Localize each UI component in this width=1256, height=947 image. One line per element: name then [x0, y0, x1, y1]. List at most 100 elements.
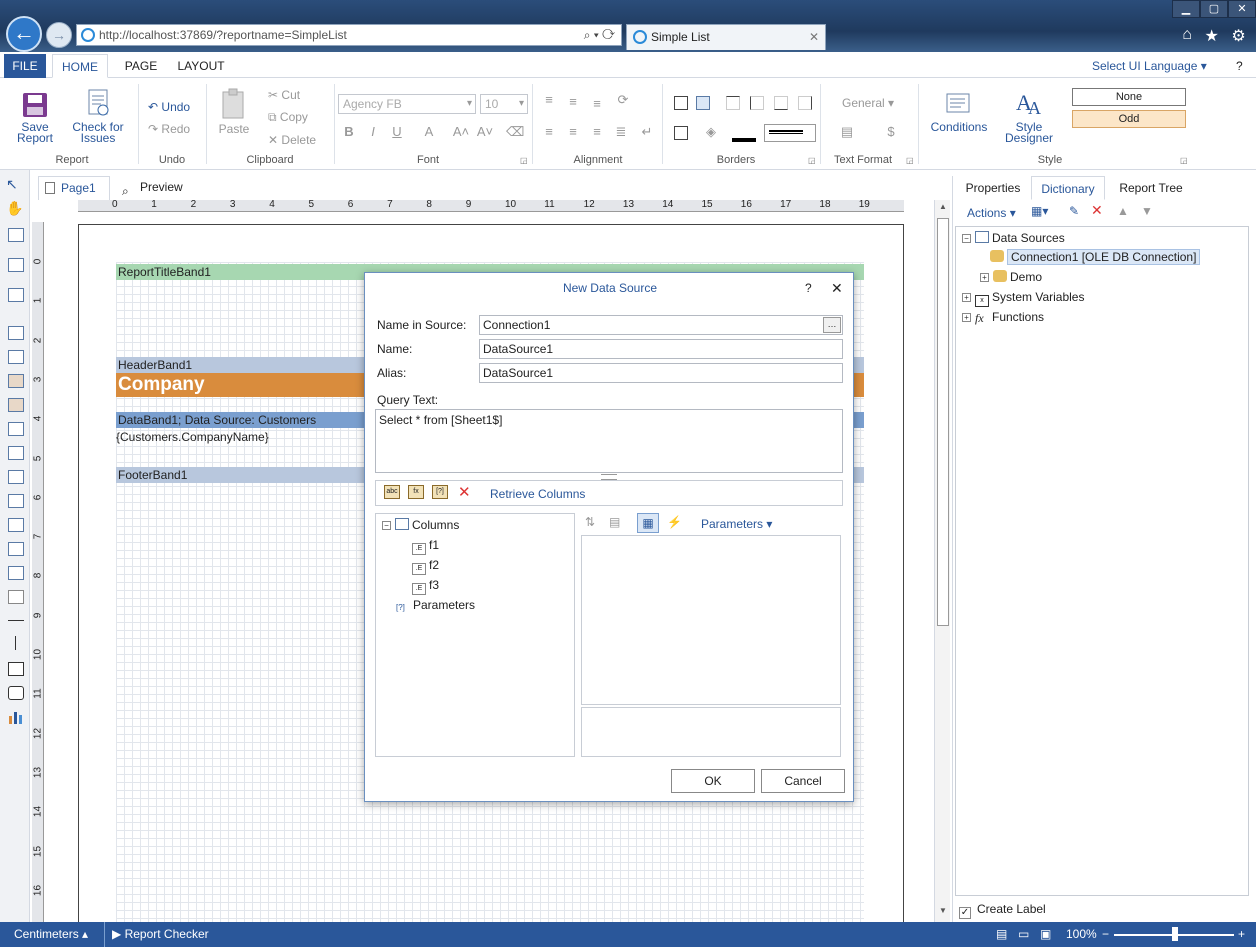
address-bar[interactable]: http://localhost:37869/?reportname=Simpl… [76, 24, 622, 46]
style-dialog-launcher-icon[interactable]: ◲ [1180, 156, 1188, 165]
rectangle-icon[interactable] [8, 662, 24, 676]
name-in-source-input[interactable]: Connection1 [479, 315, 843, 335]
image-icon[interactable] [8, 542, 24, 556]
checkbox-checked-icon[interactable]: ✓ [959, 907, 971, 919]
save-report-button[interactable]: Save Report [12, 92, 58, 144]
ui-language-dropdown[interactable]: Select UI Language ▾ [1092, 54, 1207, 78]
fill-color-icon[interactable]: ◈ [702, 124, 720, 140]
tab-home[interactable]: HOME [52, 54, 108, 78]
tab-preview[interactable]: ⌕ Preview [116, 176, 206, 200]
line-style-combo[interactable] [764, 124, 816, 142]
word-wrap-icon[interactable]: ↵ [638, 124, 656, 140]
query-text-area[interactable]: Select * from [Sheet1$] [375, 409, 843, 473]
delete-icon[interactable]: ✕ [458, 483, 471, 501]
expand-icon[interactable]: + [962, 313, 971, 322]
redo-button[interactable]: ↷ Redo [148, 120, 190, 138]
align-left-icon[interactable]: ≡ [540, 124, 558, 139]
ok-button[interactable]: OK [671, 769, 755, 793]
move-down-icon[interactable]: ▼ [1141, 204, 1153, 218]
text-format-dropdown[interactable]: General ▾ [842, 94, 894, 112]
dialog-help-button[interactable]: ? [805, 277, 812, 299]
retrieve-columns-button[interactable]: Retrieve Columns [490, 485, 585, 503]
clear-format-icon[interactable]: ⌫ [506, 124, 524, 140]
new-parameter-icon[interactable]: [?] [432, 485, 448, 499]
browser-tab[interactable]: Simple List ✕ [626, 24, 826, 50]
tree-data-sources[interactable]: − Data Sources [962, 229, 1065, 247]
conditions-button[interactable]: Conditions [926, 90, 992, 133]
zoom-out-icon[interactable]: − [1102, 922, 1109, 947]
border-all-icon[interactable] [674, 96, 688, 110]
tree-demo[interactable]: + Demo [980, 268, 1042, 286]
cut-button[interactable]: ✂ Cut [268, 86, 300, 104]
delete-icon[interactable]: ✕ [1091, 202, 1103, 219]
scroll-thumb[interactable] [937, 218, 949, 626]
column-item[interactable]: .E f3 [412, 576, 439, 595]
font-dialog-launcher-icon[interactable]: ◲ [520, 156, 528, 165]
undo-button[interactable]: ↶ Undo [148, 98, 190, 116]
browse-button[interactable]: … [823, 317, 841, 333]
chart-icon[interactable] [8, 710, 24, 724]
shape-icon[interactable] [8, 590, 24, 604]
expand-icon[interactable]: + [980, 273, 989, 282]
text-icon[interactable] [8, 326, 24, 340]
maximize-button[interactable]: ▢ [1200, 0, 1228, 18]
band-icon[interactable] [8, 228, 24, 242]
pan-hand-icon[interactable]: ✋ [6, 200, 23, 217]
align-top-icon[interactable]: ≡ [540, 92, 558, 107]
collapse-icon[interactable]: − [962, 234, 971, 243]
create-label-checkbox[interactable]: ✓ Create Label [959, 900, 1046, 919]
border-style-icon[interactable] [674, 126, 688, 140]
barcode-icon[interactable] [8, 566, 24, 580]
close-window-button[interactable]: ✕ [1228, 0, 1256, 18]
select-pointer-icon[interactable]: ↖ [6, 176, 18, 193]
border-left-icon[interactable] [750, 96, 764, 110]
units-dropdown[interactable]: Centimeters ▴ [14, 922, 88, 947]
table-icon[interactable] [8, 470, 24, 484]
copy-button[interactable]: ⧉ Copy [268, 108, 308, 126]
sub-report-icon[interactable] [8, 518, 24, 532]
clone-icon[interactable] [8, 446, 24, 460]
help-button[interactable]: ? [1236, 54, 1243, 78]
align-bottom-icon[interactable]: ≡ [588, 96, 606, 111]
bold-button[interactable]: B [340, 124, 358, 139]
zoom-slider-thumb[interactable] [1172, 927, 1178, 941]
forward-button[interactable]: → [46, 22, 72, 48]
border-none-icon[interactable] [696, 96, 710, 110]
style-none[interactable]: None [1072, 88, 1186, 106]
text-format-dialog-launcher-icon[interactable]: ◲ [906, 156, 914, 165]
events-icon[interactable]: ⚡ [667, 515, 682, 529]
align-right-icon[interactable]: ≡ [588, 124, 606, 139]
component-icon[interactable] [8, 288, 24, 302]
whole-page-icon[interactable]: ▣ [1040, 922, 1051, 947]
page-view-icon[interactable]: ▤ [996, 922, 1007, 947]
column-item[interactable]: .E f1 [412, 536, 439, 555]
tree-system-variables[interactable]: + x System Variables [962, 288, 1084, 307]
rounded-rectangle-icon[interactable] [8, 686, 24, 700]
grow-font-icon[interactable]: A˄ [452, 124, 470, 139]
check-issues-button[interactable]: Check for Issues [66, 88, 130, 144]
tab-layout[interactable]: LAYOUT [170, 54, 232, 78]
company-name-field[interactable]: {Customers.CompanyName} [116, 430, 269, 444]
file-tab[interactable]: FILE [4, 54, 46, 78]
edit-icon[interactable]: ✎ [1069, 204, 1079, 218]
rotate-text-icon[interactable]: ⟳ [614, 92, 632, 108]
vertical-line-icon[interactable] [15, 636, 16, 650]
tree-parameters[interactable]: [?] Parameters [396, 596, 475, 614]
border-color-icon[interactable] [732, 126, 756, 142]
image-text-icon[interactable] [8, 398, 24, 412]
tree-functions[interactable]: + fx Functions [962, 308, 1044, 326]
name-input[interactable]: DataSource1 [479, 339, 843, 359]
move-up-icon[interactable]: ▲ [1117, 204, 1129, 218]
format-icon[interactable]: ▤ [838, 124, 856, 140]
tab-report-tree[interactable]: Report Tree [1109, 176, 1193, 200]
scroll-down-icon[interactable]: ▼ [936, 906, 950, 915]
cancel-button[interactable]: Cancel [761, 769, 845, 793]
cross-band-icon[interactable] [8, 258, 24, 272]
tab-page1[interactable]: Page1 [38, 176, 110, 200]
new-item-icon[interactable]: ▦▾ [1031, 204, 1048, 218]
back-button[interactable]: ← [6, 16, 42, 52]
minimize-button[interactable]: ▁ [1172, 0, 1200, 18]
tab-close-icon[interactable]: ✕ [809, 25, 819, 49]
align-center-icon[interactable]: ≡ [564, 124, 582, 139]
report-checker-button[interactable]: ▶ Report Checker [112, 922, 209, 947]
